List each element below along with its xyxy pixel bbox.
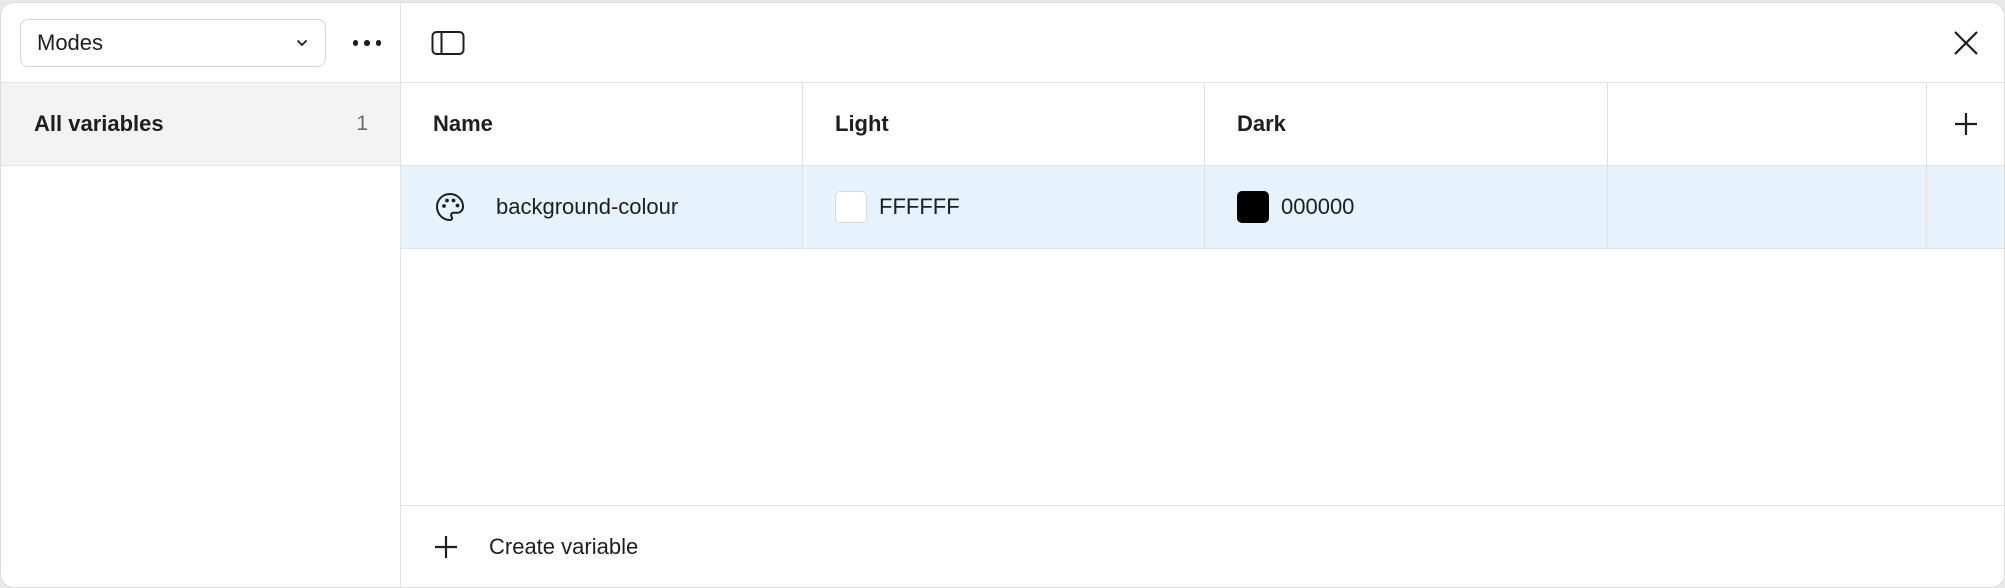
sidebar-toggle-icon[interactable]: [431, 27, 465, 59]
more-options-icon[interactable]: [346, 25, 388, 61]
table-row[interactable]: background-colour FFFFFF 000000: [401, 166, 2004, 249]
variables-table: Name Light Dark background-colour FFFFFF…: [401, 83, 2004, 249]
create-variable-button[interactable]: Create variable: [433, 534, 638, 560]
sidebar-header: Modes: [1, 3, 401, 83]
light-value: FFFFFF: [879, 194, 960, 219]
sidebar-item-count: 1: [356, 112, 368, 135]
column-header-light[interactable]: Light: [803, 83, 1205, 165]
variables-window: Modes All variables 1 Name Light Dark ba…: [0, 2, 2005, 588]
variable-name: background-colour: [496, 194, 679, 219]
dark-value-cell[interactable]: 000000: [1205, 166, 1608, 248]
light-value-cell[interactable]: FFFFFF: [803, 166, 1205, 248]
column-header-name: Name: [401, 83, 803, 165]
sidebar-item-label: All variables: [34, 111, 164, 136]
column-header-dark[interactable]: Dark: [1205, 83, 1608, 165]
close-icon[interactable]: [1950, 27, 1982, 59]
chevron-down-icon: [295, 36, 309, 50]
color-swatch-light[interactable]: [835, 191, 867, 223]
create-variable-label: Create variable: [489, 533, 639, 559]
color-swatch-dark[interactable]: [1237, 191, 1269, 223]
add-mode-button[interactable]: [1927, 83, 2004, 165]
plus-icon: [433, 534, 459, 560]
palette-icon: [433, 190, 467, 224]
column-header-empty: [1608, 83, 1927, 165]
main-panel: Name Light Dark background-colour FFFFFF…: [401, 3, 2004, 587]
empty-cell: [1608, 166, 1927, 248]
collection-select[interactable]: Modes: [20, 19, 326, 67]
table-footer: Create variable: [401, 505, 2004, 587]
plus-icon: [1952, 110, 1980, 138]
row-end-cell: [1927, 166, 2004, 248]
main-toolbar: [401, 3, 2004, 83]
table-header: Name Light Dark: [401, 83, 2004, 166]
sidebar-item-all-variables[interactable]: All variables 1: [1, 83, 400, 166]
collection-select-value: Modes: [37, 30, 104, 55]
sidebar: Modes All variables 1: [1, 3, 401, 587]
dark-value: 000000: [1281, 194, 1355, 219]
variable-name-cell[interactable]: background-colour: [401, 166, 803, 248]
